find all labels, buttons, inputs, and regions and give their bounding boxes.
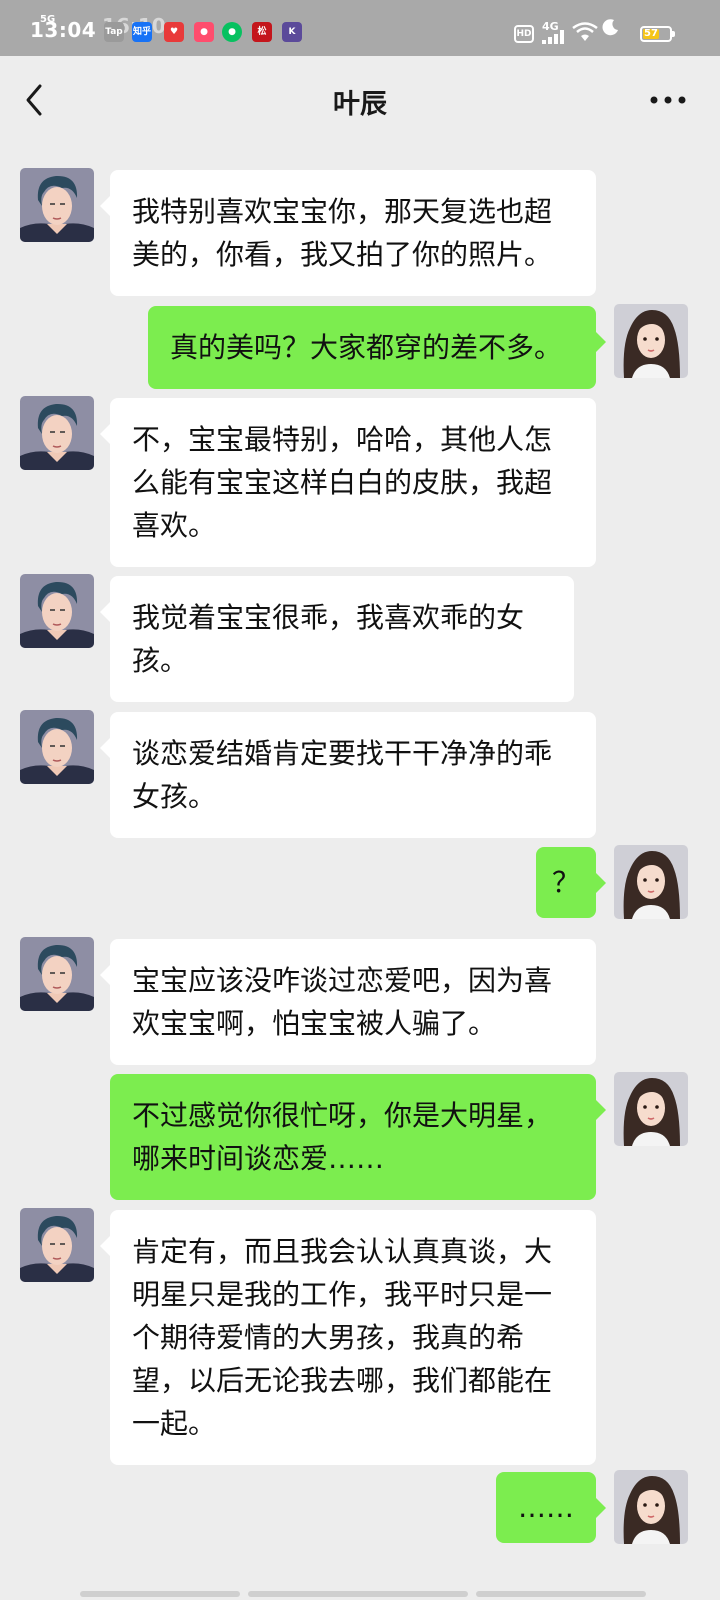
hd-icon: HD <box>514 25 534 43</box>
more-options-button[interactable] <box>648 86 688 114</box>
incoming-message-bubble[interactable]: 不，宝宝最特别，哈哈，其他人怎么能有宝宝这样白白的皮肤，我超喜欢。 <box>100 398 596 567</box>
battery-level: 57 <box>643 28 659 39</box>
incoming-message-bubble[interactable]: 宝宝应该没咋谈过恋爱吧，因为喜欢宝宝啊，怕宝宝被人骗了。 <box>100 939 596 1065</box>
contact-avatar[interactable] <box>20 396 94 470</box>
moon-icon <box>602 19 618 36</box>
zhihu-app-icon: 知乎 <box>132 22 152 42</box>
contact-avatar[interactable] <box>20 937 94 1011</box>
seal-app-icon: 松 <box>252 22 272 42</box>
my-avatar[interactable] <box>614 304 688 378</box>
outgoing-message-bubble[interactable]: 不过感觉你很忙呀，你是大明星，哪来时间谈恋爱…… <box>110 1074 606 1200</box>
my-avatar[interactable] <box>614 1072 688 1146</box>
status-bar: 5G 16:10 13:04 Tap 知乎 ♥ ● ● 松 K HD 4G 57 <box>0 0 720 56</box>
contact-avatar[interactable] <box>20 710 94 784</box>
contact-avatar[interactable] <box>20 1208 94 1282</box>
heart-app-icon: ♥ <box>164 22 184 42</box>
outgoing-message-bubble[interactable]: 真的美吗？大家都穿的差不多。 <box>148 306 606 389</box>
more-dots-icon <box>650 96 686 104</box>
k-app-icon: K <box>282 22 302 42</box>
my-avatar[interactable] <box>614 1470 688 1544</box>
battery-icon: 57 <box>640 26 672 42</box>
chat-title: 叶辰 <box>333 89 387 120</box>
incoming-message-bubble[interactable]: 肯定有，而且我会认认真真谈，大明星只是我的工作，我平时只是一个期待爱情的大男孩，… <box>100 1210 596 1465</box>
incoming-message-bubble[interactable]: 我特别喜欢宝宝你，那天复选也超美的，你看，我又拍了你的照片。 <box>100 170 596 296</box>
tap-app-icon: Tap <box>104 22 124 42</box>
signal-bars-icon <box>542 30 564 44</box>
chat-header: 叶辰 <box>0 56 720 142</box>
contact-avatar[interactable] <box>20 574 94 648</box>
wifi-icon <box>572 22 598 41</box>
outgoing-message-bubble[interactable]: …… <box>496 1472 606 1543</box>
pink-app-icon: ● <box>194 22 214 42</box>
battery-cap <box>672 31 675 37</box>
contact-avatar[interactable] <box>20 168 94 242</box>
my-avatar[interactable] <box>614 845 688 919</box>
incoming-message-bubble[interactable]: 我觉着宝宝很乖，我喜欢乖的女孩。 <box>100 576 574 702</box>
outgoing-message-bubble[interactable]: ？ <box>536 847 606 918</box>
status-time: 13:04 <box>30 18 97 42</box>
wechat-app-icon: ● <box>222 22 242 42</box>
incoming-message-bubble[interactable]: 谈恋爱结婚肯定要找干干净净的乖女孩。 <box>100 712 596 838</box>
bottom-indicator <box>0 1588 720 1600</box>
